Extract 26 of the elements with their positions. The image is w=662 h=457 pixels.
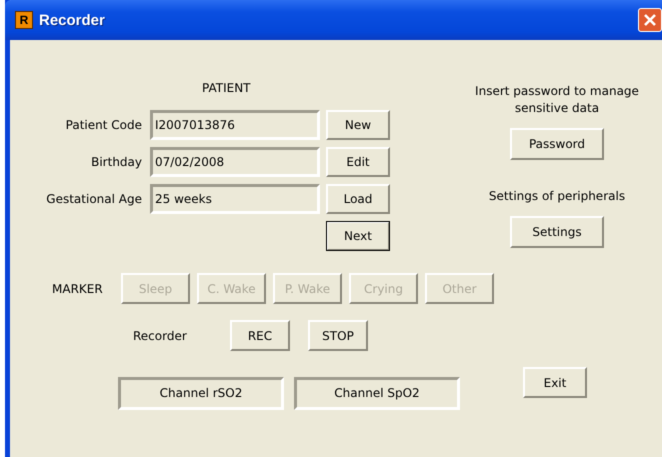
recorder-button[interactable]: STOP	[308, 320, 368, 351]
input-field[interactable]: 07/02/2008	[150, 147, 320, 177]
window-title: Recorder	[39, 12, 106, 28]
password-button[interactable]: Password	[510, 128, 604, 160]
input-field[interactable]: 25 weeks	[150, 184, 320, 214]
app-icon: R	[15, 11, 33, 29]
settings-button[interactable]: Settings	[510, 216, 604, 248]
recorder-button[interactable]: REC	[230, 320, 290, 351]
patient-button[interactable]: Next	[326, 221, 390, 251]
patient-button[interactable]: Load	[326, 184, 390, 214]
field-label: Patient Code	[64, 118, 143, 132]
patient-button[interactable]: Edit	[326, 147, 390, 177]
recorder-label: Recorder	[133, 328, 188, 342]
field-label: Birthday	[90, 155, 143, 169]
settings-hint: Settings of peripherals	[488, 188, 626, 205]
close-icon	[643, 13, 657, 27]
patient-button[interactable]: New	[326, 110, 390, 140]
section-heading: PATIENT	[202, 80, 251, 96]
marker-label: MARKER	[52, 282, 104, 296]
channel-display: Channel rSO2	[118, 377, 284, 410]
close-button[interactable]	[638, 8, 662, 32]
input-field[interactable]: I2007013876	[150, 110, 320, 140]
channel-display: Channel SpO2	[294, 377, 460, 410]
password-hint: Insert password to manage sensitive data	[474, 83, 640, 117]
exit-button[interactable]: Exit	[523, 367, 587, 398]
field-label: Gestational Age	[45, 192, 143, 206]
